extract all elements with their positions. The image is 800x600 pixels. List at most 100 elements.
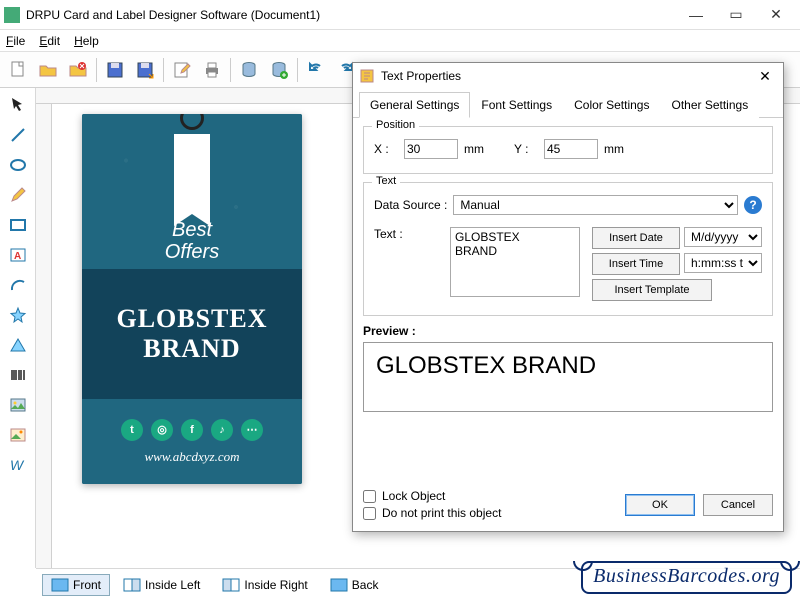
close-button[interactable]: ✕: [756, 1, 796, 29]
tab-back-label: Back: [352, 578, 379, 592]
maximize-button[interactable]: ▭: [716, 1, 756, 29]
y-label: Y :: [514, 142, 538, 156]
twitter-icon: t: [121, 419, 143, 441]
data-source-select[interactable]: Manual: [453, 195, 738, 215]
preview-label: Preview :: [363, 324, 773, 338]
help-icon[interactable]: ?: [744, 196, 762, 214]
y-unit: mm: [604, 142, 624, 156]
insert-template-button[interactable]: Insert Template: [592, 279, 712, 301]
card-bottom-section: t ◎ f ♪ ⋯ www.abcdxyz.com: [82, 399, 302, 484]
dialog-close-button[interactable]: ✕: [753, 66, 777, 86]
undo-button[interactable]: [302, 56, 330, 84]
facebook-icon: f: [181, 419, 203, 441]
page-tabs: Front Inside Left Inside Right Back: [36, 568, 800, 600]
save-button[interactable]: [101, 56, 129, 84]
chat-icon: ⋯: [241, 419, 263, 441]
best-offers-text: Best Offers: [82, 219, 302, 263]
preview-box: GLOBSTEX BRAND: [363, 342, 773, 412]
line-tool[interactable]: [4, 122, 32, 148]
tool-palette: A W: [0, 88, 36, 568]
tab-front[interactable]: Front: [42, 574, 110, 596]
tab-inside-left-label: Inside Left: [145, 578, 200, 592]
menu-file[interactable]: File: [6, 34, 25, 48]
pointer-tool[interactable]: [4, 92, 32, 118]
tab-inside-right[interactable]: Inside Right: [213, 574, 316, 596]
tab-color-settings[interactable]: Color Settings: [563, 92, 660, 118]
print-button[interactable]: [198, 56, 226, 84]
text-properties-dialog: Text Properties ✕ General Settings Font …: [352, 62, 784, 532]
lock-object-label: Lock Object: [382, 489, 445, 503]
text-tool[interactable]: A: [4, 242, 32, 268]
best-line1: Best: [82, 219, 302, 241]
lock-object-input[interactable]: [363, 490, 376, 503]
ribbon-icon: [174, 134, 210, 214]
tab-back[interactable]: Back: [321, 574, 388, 596]
do-not-print-input[interactable]: [363, 507, 376, 520]
ruler-vertical: [36, 104, 52, 568]
tiktok-icon: ♪: [211, 419, 233, 441]
menu-help[interactable]: Help: [74, 34, 99, 48]
tab-inside-left[interactable]: Inside Left: [114, 574, 209, 596]
window-controls: — ▭ ✕: [676, 1, 796, 29]
text-input[interactable]: [450, 227, 580, 297]
dialog-body: Position X : mm Y : mm Text Data Source …: [353, 118, 783, 480]
instagram-icon: ◎: [151, 419, 173, 441]
svg-text:W: W: [10, 457, 25, 473]
x-unit: mm: [464, 142, 484, 156]
position-group: Position X : mm Y : mm: [363, 126, 773, 174]
hanger-icon: [180, 114, 204, 130]
insert-date-button[interactable]: Insert Date: [592, 227, 680, 249]
new-doc-button[interactable]: [4, 56, 32, 84]
y-input[interactable]: [544, 139, 598, 159]
dialog-tabs: General Settings Font Settings Color Set…: [353, 91, 783, 118]
minimize-button[interactable]: —: [676, 1, 716, 29]
text-legend: Text: [372, 175, 400, 187]
window-titlebar: DRPU Card and Label Designer Software (D…: [0, 0, 800, 30]
picture-tool[interactable]: [4, 422, 32, 448]
best-line2: Offers: [82, 241, 302, 263]
tab-inside-right-label: Inside Right: [244, 578, 307, 592]
edit-button[interactable]: [168, 56, 196, 84]
cancel-button[interactable]: Cancel: [703, 494, 773, 516]
card-top-section: Best Offers: [82, 114, 302, 269]
do-not-print-label: Do not print this object: [382, 506, 501, 520]
triangle-tool[interactable]: [4, 332, 32, 358]
rectangle-tool[interactable]: [4, 212, 32, 238]
tab-font-settings[interactable]: Font Settings: [470, 92, 563, 118]
dialog-icon: [359, 68, 375, 84]
x-input[interactable]: [404, 139, 458, 159]
text-label: Text :: [374, 227, 444, 241]
dialog-titlebar: Text Properties ✕: [353, 63, 783, 89]
x-label: X :: [374, 142, 398, 156]
card-url: www.abcdxyz.com: [144, 449, 239, 465]
ellipse-tool[interactable]: [4, 152, 32, 178]
brand-text: GLOBSTEX BRAND: [82, 269, 302, 399]
date-format-select[interactable]: M/d/yyyy: [684, 227, 762, 247]
do-not-print-checkbox[interactable]: Do not print this object: [363, 506, 625, 520]
window-title: DRPU Card and Label Designer Software (D…: [26, 8, 676, 22]
card-preview[interactable]: Best Offers GLOBSTEX BRAND t ◎ f ♪ ⋯ www…: [82, 114, 302, 484]
tab-front-label: Front: [73, 578, 101, 592]
time-format-select[interactable]: h:mm:ss tt: [684, 253, 762, 273]
tab-other-settings[interactable]: Other Settings: [660, 92, 759, 118]
insert-time-button[interactable]: Insert Time: [592, 253, 680, 275]
dialog-title: Text Properties: [381, 69, 753, 83]
ok-button[interactable]: OK: [625, 494, 695, 516]
save-as-button[interactable]: [131, 56, 159, 84]
tab-general-settings[interactable]: General Settings: [359, 92, 470, 118]
open-button[interactable]: [34, 56, 62, 84]
wordart-tool[interactable]: W: [4, 452, 32, 478]
pencil-tool[interactable]: [4, 182, 32, 208]
barcode-tool[interactable]: [4, 362, 32, 388]
image-tool[interactable]: [4, 392, 32, 418]
database-add-button[interactable]: [265, 56, 293, 84]
text-group: Text Data Source : Manual ? Text : Inser…: [363, 182, 773, 316]
menu-edit[interactable]: Edit: [39, 34, 60, 48]
position-legend: Position: [372, 119, 419, 131]
star-tool[interactable]: [4, 302, 32, 328]
arc-tool[interactable]: [4, 272, 32, 298]
lock-object-checkbox[interactable]: Lock Object: [363, 489, 625, 503]
app-icon: [4, 7, 20, 23]
database-button[interactable]: [235, 56, 263, 84]
close-doc-button[interactable]: [64, 56, 92, 84]
